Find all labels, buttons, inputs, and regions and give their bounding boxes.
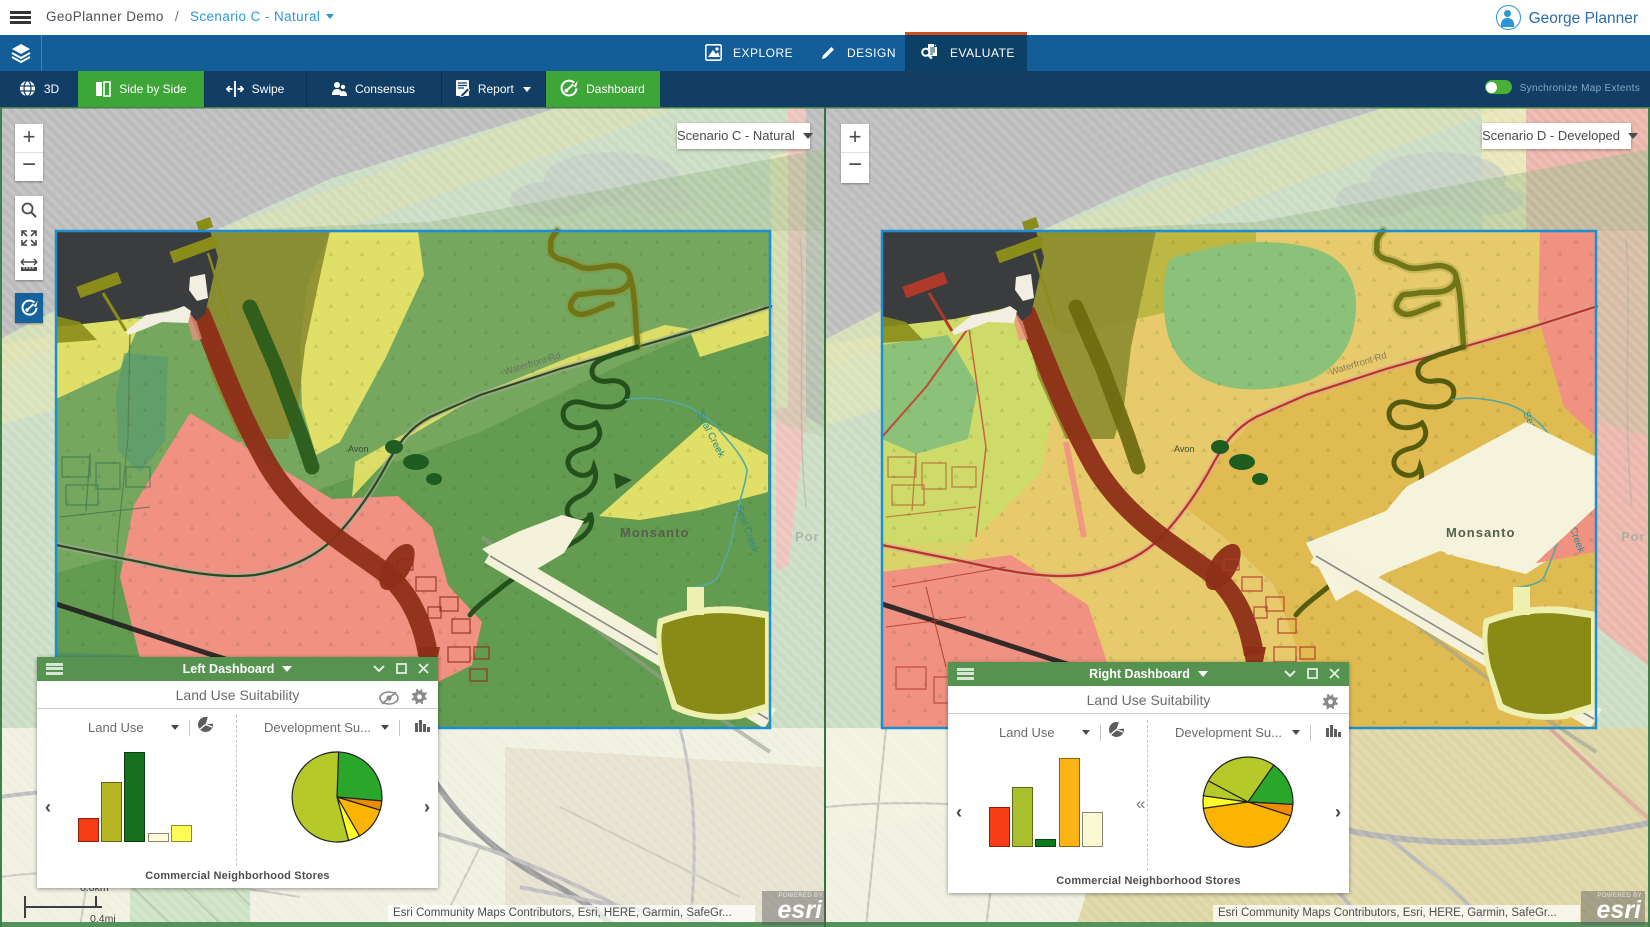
svg-text:Por: Por [1621,529,1646,544]
svg-text:Avon: Avon [348,444,368,454]
svg-text:Monsanto: Monsanto [1446,525,1515,540]
svg-text:Avon: Avon [1174,444,1194,454]
svg-text:Monsanto: Monsanto [620,525,689,540]
svg-text:Por: Por [795,529,820,544]
